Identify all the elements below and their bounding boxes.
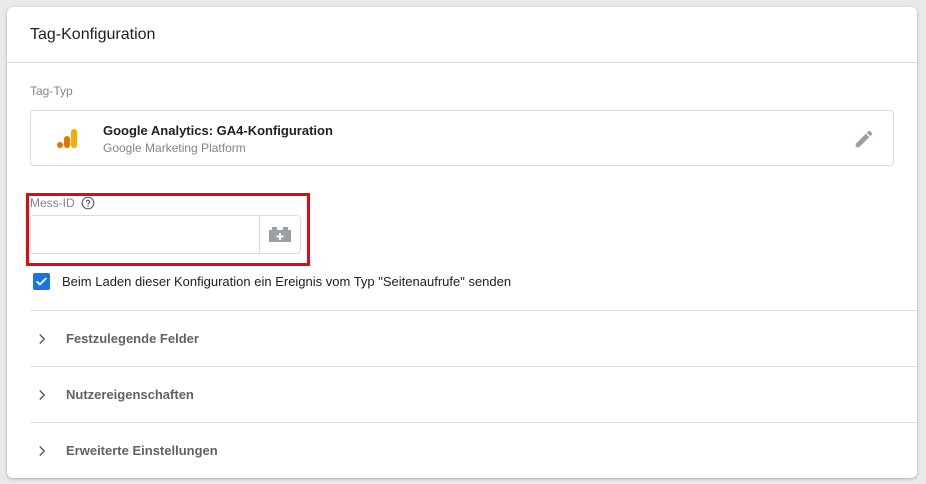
checkmark-icon [36, 277, 47, 286]
section-label: Festzulegende Felder [66, 331, 199, 346]
pencil-icon[interactable] [853, 128, 875, 150]
send-pageview-checkbox[interactable] [33, 273, 50, 290]
chevron-right-icon [39, 445, 46, 456]
google-analytics-logo-icon [57, 129, 77, 148]
tag-configuration-card: Tag-Konfiguration Tag-Typ Google Analyti… [7, 7, 917, 478]
card-title: Tag-Konfiguration [7, 7, 917, 63]
section-label: Erweiterte Einstellungen [66, 443, 218, 458]
chevron-right-icon [39, 333, 46, 344]
measurement-id-input[interactable] [31, 216, 259, 253]
measurement-id-field[interactable] [30, 215, 301, 254]
tag-type-selector[interactable]: Google Analytics: GA4-Konfiguration Goog… [30, 110, 894, 166]
chevron-right-icon [39, 389, 46, 400]
send-pageview-row: Beim Laden dieser Konfiguration ein Erei… [33, 273, 511, 290]
tag-type-name: Google Analytics: GA4-Konfiguration [103, 123, 333, 138]
help-circle-icon[interactable] [81, 196, 95, 210]
measurement-id-label: Mess-ID [30, 196, 75, 210]
section-nutzereigenschaften[interactable]: Nutzereigenschaften [30, 366, 917, 422]
section-erweiterte-einstellungen[interactable]: Erweiterte Einstellungen [30, 422, 917, 478]
add-variable-icon [269, 226, 291, 242]
section-festzulegende-felder[interactable]: Festzulegende Felder [30, 310, 917, 366]
section-label: Nutzereigenschaften [66, 387, 194, 402]
send-pageview-label: Beim Laden dieser Konfiguration ein Erei… [62, 274, 512, 289]
tag-type-platform: Google Marketing Platform [103, 141, 246, 155]
measurement-id-label-row: Mess-ID [30, 196, 95, 210]
tag-type-label: Tag-Typ [30, 84, 73, 98]
variable-picker-button[interactable] [259, 216, 300, 253]
